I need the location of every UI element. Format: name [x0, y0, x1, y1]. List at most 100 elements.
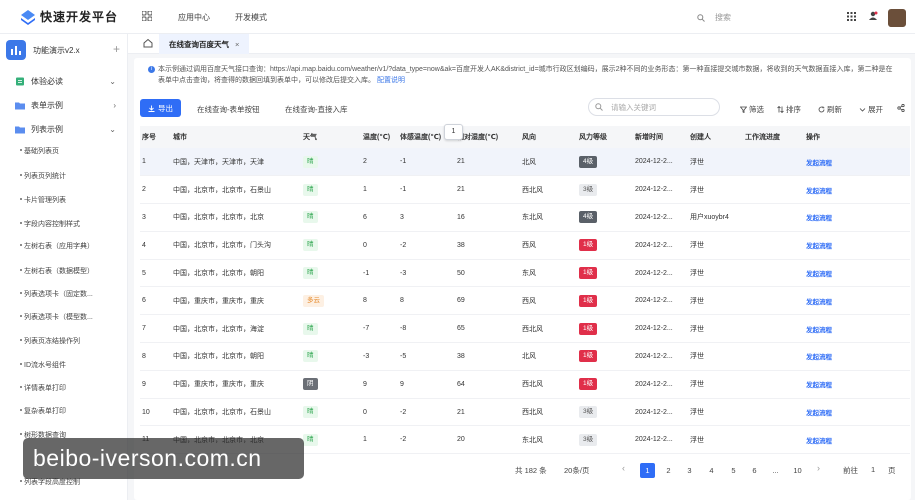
list-search-input[interactable]: 请输入关键词	[588, 98, 720, 116]
tab-form-button[interactable]: 在线查询-表单按钮	[197, 104, 260, 115]
filter-button[interactable]: 筛选	[740, 104, 764, 115]
start-workflow-link[interactable]: 发起流程	[806, 327, 832, 334]
col-header[interactable]: 工作流进度	[743, 126, 804, 148]
search-icon	[697, 13, 705, 22]
sidebar-item[interactable]: 列表页冻结操作列	[20, 336, 80, 346]
page-number[interactable]: 4	[704, 463, 719, 478]
table-row[interactable]: 7 中国，北京市，北京市，海淀晴 -7 -8 65 西北风 1级 2024-12-2... 浮世…	[140, 314, 910, 344]
col-header[interactable]: 风力等级	[577, 126, 633, 148]
expand-button[interactable]: 展开	[859, 104, 883, 115]
row-feels-like: 3	[398, 203, 455, 232]
table-row[interactable]: 10 中国，北京市，北京市，石景山晴 0 -2 21 西北风 3级 2024-12-2... 浮…	[140, 398, 910, 427]
sort-button[interactable]: 排序	[777, 104, 801, 115]
sidebar-item[interactable]: 卡片管理列表	[20, 195, 66, 205]
start-workflow-link[interactable]: 发起流程	[806, 271, 832, 278]
col-header[interactable]: 风向	[520, 126, 577, 148]
start-workflow-link[interactable]: 发起流程	[806, 215, 832, 222]
row-created-at: 2024-12-2...	[633, 231, 688, 260]
page-number[interactable]: 3	[682, 463, 697, 478]
user-avatar[interactable]	[888, 9, 906, 27]
col-header[interactable]: 温度(℃)	[361, 126, 398, 148]
row-temp: 8	[361, 286, 398, 316]
export-button[interactable]: 导出	[140, 99, 181, 117]
start-workflow-link[interactable]: 发起流程	[806, 410, 832, 417]
sidebar-item[interactable]: ID流水号组件	[20, 360, 66, 370]
page-number[interactable]: 6	[747, 463, 762, 478]
sidebar-item[interactable]: 字段内容控制样式	[20, 219, 80, 229]
close-icon[interactable]: ×	[235, 40, 239, 49]
watermark-banner: beibo-iverson.com.cn	[23, 438, 304, 479]
row-feels-like: -2	[398, 425, 455, 455]
col-header[interactable]: 创建人	[688, 126, 743, 148]
table-row[interactable]: 6 中国，重庆市，重庆市，重庆 多云 8 8 69 西风 1级 2024-12-2... 浮世 发起…	[140, 286, 910, 316]
page-number[interactable]: 1	[640, 463, 655, 478]
tab-direct-insert[interactable]: 在线查询-直接入库	[285, 104, 348, 115]
row-action: 发起流程	[804, 175, 910, 205]
start-workflow-link[interactable]: 发起流程	[806, 438, 832, 445]
start-workflow-link[interactable]: 发起流程	[806, 188, 832, 195]
page-ellipsis[interactable]: ...	[768, 463, 783, 478]
add-app-icon[interactable]: +	[113, 42, 120, 56]
start-workflow-link[interactable]: 发起流程	[806, 299, 832, 306]
col-header[interactable]: 天气	[301, 126, 361, 148]
page-number[interactable]: 10	[790, 463, 805, 478]
page-number[interactable]: 5	[726, 463, 741, 478]
nav-dev-mode[interactable]: 开发模式	[235, 12, 267, 23]
filter-label: 筛选	[749, 105, 764, 114]
table-row[interactable]: 2 中国，北京市，北京市，石景山晴 1 -1 21 西北风 3级 2024-12-2... 浮世…	[140, 175, 910, 205]
row-workflow	[743, 175, 804, 205]
sidebar-item[interactable]: 列表选项卡（模型数...	[20, 312, 93, 322]
start-workflow-link[interactable]: 发起流程	[806, 382, 832, 389]
sidebar-group-lists[interactable]: 列表示例 ⌄	[0, 119, 127, 139]
notification-icon[interactable]	[868, 11, 878, 21]
start-workflow-link[interactable]: 发起流程	[806, 354, 832, 361]
start-workflow-link[interactable]: 发起流程	[806, 243, 832, 250]
sidebar-item[interactable]: 左树右表（数据模型）	[20, 266, 94, 276]
col-header[interactable]: 新增时间	[633, 126, 688, 148]
page-size-select[interactable]: 20条/页	[564, 465, 589, 476]
nav-app-center[interactable]: 应用中心	[178, 12, 210, 23]
sidebar-item[interactable]: 基础列表页	[20, 146, 59, 156]
sidebar-group-guide[interactable]: 体验必读 ⌄	[0, 71, 127, 91]
share-icon[interactable]	[897, 104, 905, 112]
sidebar-item[interactable]: 详情表单打印	[20, 383, 66, 393]
row-city: 中国，天津市，天津市，天津	[171, 148, 301, 177]
row-workflow	[743, 148, 804, 177]
table-row[interactable]: 9 中国，重庆市，重庆市，重庆阴 9 9 64 西北风 1级 2024-12-2... 浮世 发起…	[140, 370, 910, 399]
apps-grid-icon[interactable]	[847, 12, 856, 21]
app-logo[interactable]: 快速开发平台	[20, 8, 118, 25]
col-header[interactable]: 城市	[171, 126, 301, 148]
sidebar-item[interactable]: 左树右表（应用字典）	[20, 241, 94, 251]
col-header[interactable]: 操作	[804, 126, 910, 148]
sidebar-app-header[interactable]: 功能演示v2.x +	[6, 38, 124, 62]
sidebar-group-forms[interactable]: 表单示例 ›	[0, 95, 127, 115]
sidebar-item[interactable]: 列表页列统计	[20, 171, 66, 181]
prev-page-icon[interactable]: ‹	[622, 463, 625, 473]
table-row[interactable]: 5 中国，北京市，北京市，朝阳晴 -1 -3 50 东风 1级 2024-12-2... 浮世 发…	[140, 259, 910, 288]
weather-tag: 晴	[303, 211, 318, 224]
table-row[interactable]: 1 中国，天津市，天津市，天津晴 2 -1 21 北风 4级 2024-12-2... 浮世 发起…	[140, 148, 910, 177]
menu-toggle-icon[interactable]	[142, 11, 152, 21]
config-link[interactable]: 配置说明	[377, 77, 405, 84]
refresh-button[interactable]: 刷新	[818, 104, 842, 115]
tab-weather-query[interactable]: 在线查询百度天气 ×	[159, 34, 250, 54]
home-icon[interactable]	[142, 37, 154, 49]
next-page-icon[interactable]: ›	[817, 463, 820, 473]
top-search[interactable]: 搜索	[697, 12, 731, 23]
row-temp: -3	[361, 342, 398, 371]
start-workflow-link[interactable]: 发起流程	[806, 160, 832, 167]
col-header[interactable]: 序号	[140, 126, 171, 148]
sidebar-item[interactable]: 列表选项卡（固定数...	[20, 289, 93, 299]
table-row[interactable]: 4 中国，北京市，北京市，门头沟晴 0 -2 38 西风 1级 2024-12-2... 浮世 发…	[140, 231, 910, 260]
table-row[interactable]: 8 中国，北京市，北京市，朝阳晴 -3 -5 38 北风 1级 2024-12-2... 浮世 发…	[140, 342, 910, 371]
row-humidity: 50	[455, 259, 520, 288]
col-header[interactable]: 相对湿度(℃)	[455, 126, 520, 148]
doc-icon	[16, 77, 24, 85]
chevron-down-icon	[859, 108, 866, 112]
page-number[interactable]: 2	[661, 463, 676, 478]
sidebar-item[interactable]: 复杂表单打印	[20, 406, 66, 416]
goto-input[interactable]: 1	[871, 465, 875, 474]
table-row[interactable]: 3 中国，北京市，北京市，北京晴 6 3 16 东北风 4级 2024-12-2... 用户xu…	[140, 203, 910, 232]
row-weather: 晴	[301, 398, 361, 427]
row-creator: 用户xuoybr4	[688, 203, 743, 232]
